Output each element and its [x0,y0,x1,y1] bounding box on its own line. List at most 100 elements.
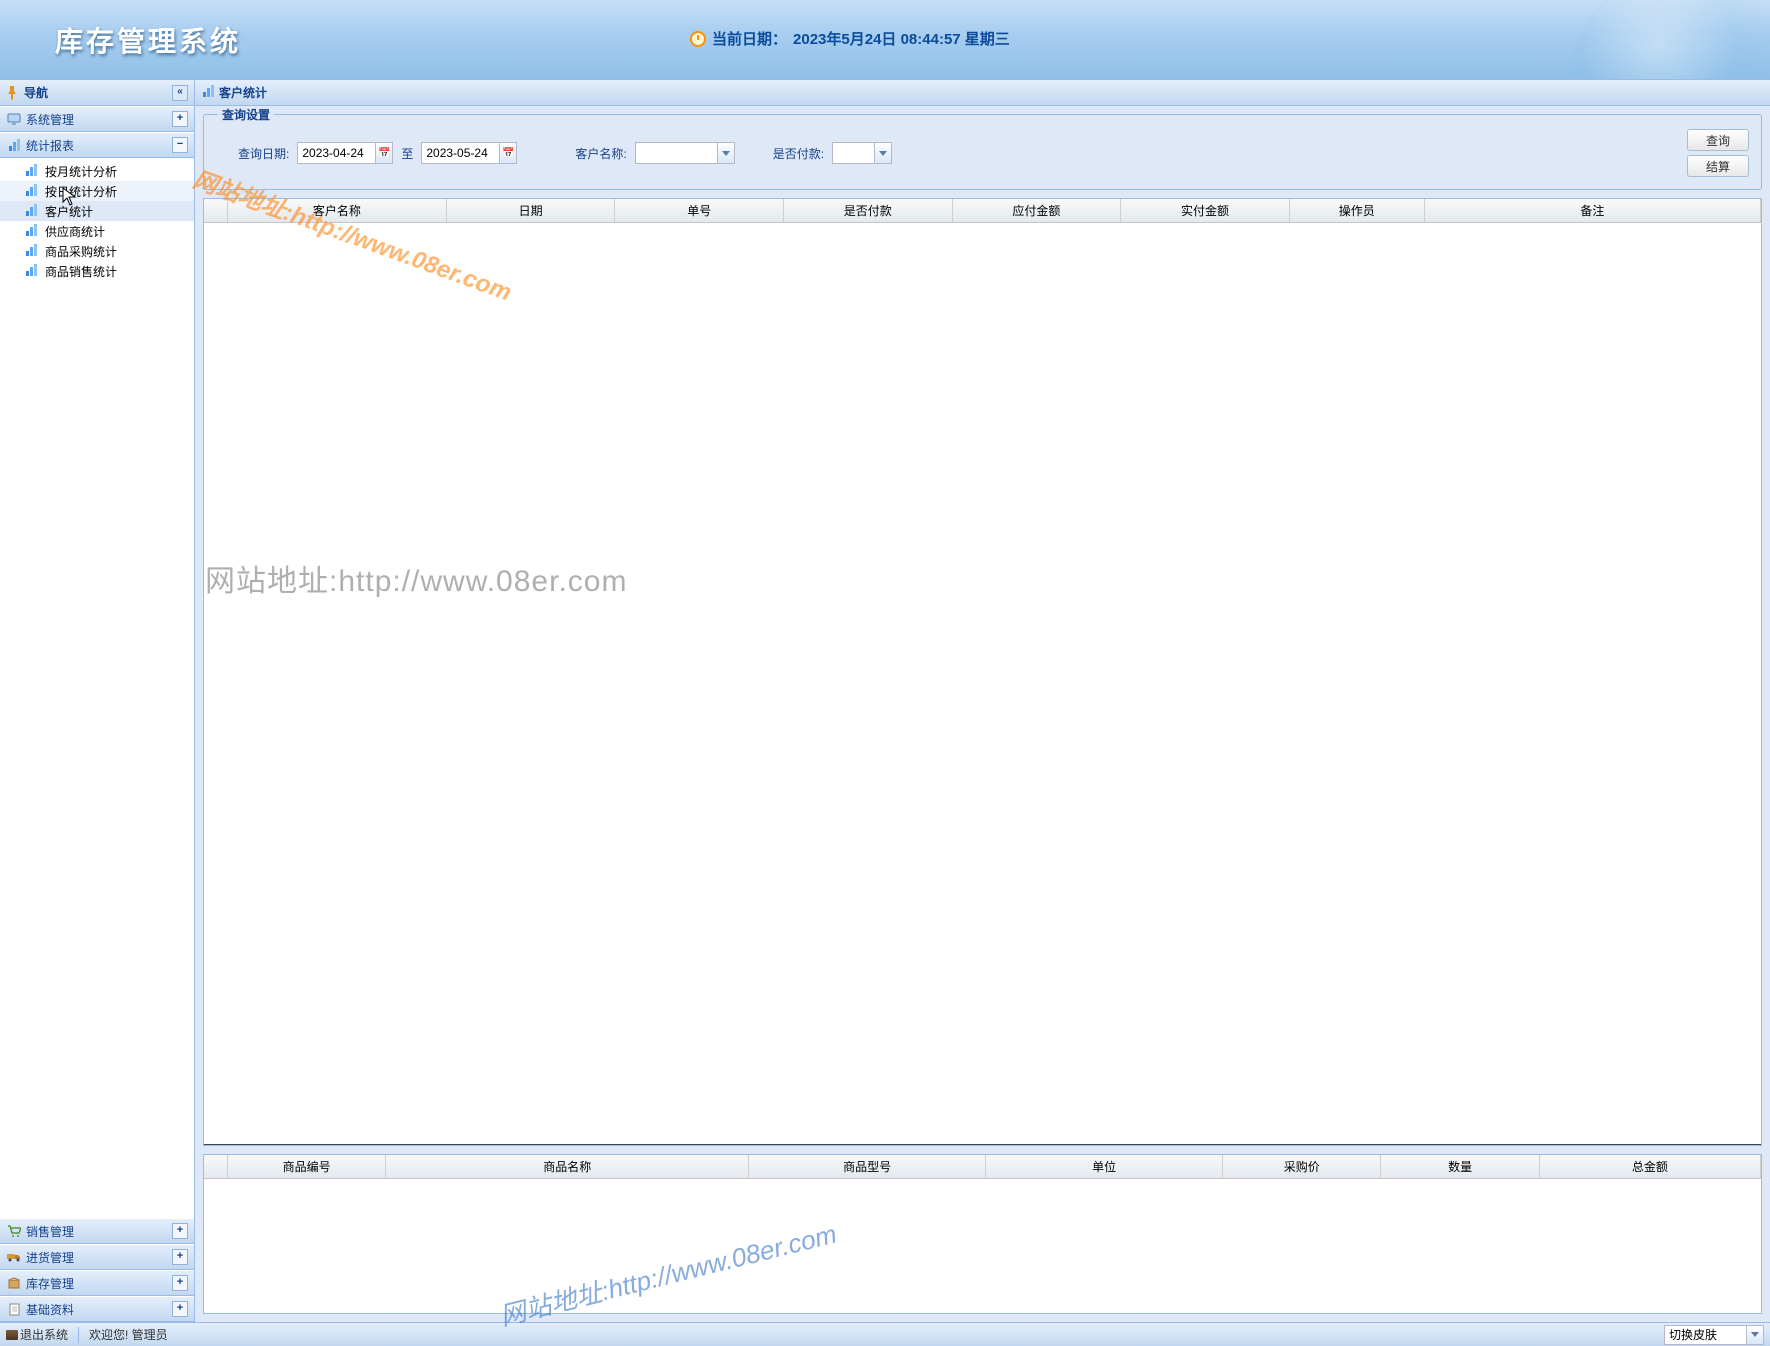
tree-node-monthly[interactable]: 按月统计分析 [0,161,194,181]
col-operator[interactable]: 操作员 [1290,199,1425,222]
tab-header: 客户统计 [195,80,1770,106]
col-qty[interactable]: 数量 [1381,1155,1539,1178]
sidebar-item-system[interactable]: 系统管理 + [0,106,194,132]
doc-icon [6,1302,22,1316]
col-order[interactable]: 单号 [615,199,784,222]
expand-icon[interactable]: + [172,1301,188,1317]
app-header: 库存管理系统 当前日期： 2023年5月24日 08:44:57 星期三 [0,0,1770,80]
query-fieldset: 查询设置 查询日期: 📅 至 📅 客户名称: [203,114,1762,190]
tree-label: 按月统计分析 [45,163,117,180]
sidebar-label: 销售管理 [26,1223,74,1240]
box-icon [6,1276,22,1290]
sidebar-item-sales[interactable]: 销售管理 + [0,1218,194,1244]
tree-node-supplier[interactable]: 供应商统计 [0,221,194,241]
exit-label: 退出系统 [20,1326,68,1343]
chevron-down-icon[interactable] [1746,1326,1763,1344]
col-remark[interactable]: 备注 [1425,199,1761,222]
sidebar: 导航 « 系统管理 + 统计报表 − 按月统计分析 [0,80,195,1322]
settle-button[interactable]: 结算 [1687,155,1749,177]
sidebar-item-inventory[interactable]: 库存管理 + [0,1270,194,1296]
col-customer[interactable]: 客户名称 [228,199,447,222]
collapse-sidebar-button[interactable]: « [172,85,188,101]
tree-spacer [0,284,194,1218]
date-value: 2023年5月24日 08:44:57 星期三 [793,28,1010,49]
grid-corner [204,1155,228,1178]
expand-icon[interactable]: + [172,1275,188,1291]
cart-icon [6,1224,22,1238]
tree-label: 商品采购统计 [45,243,117,260]
tree-node-daily[interactable]: 按日统计分析 [0,181,194,201]
divider [78,1327,79,1343]
chart-icon [26,224,42,238]
expand-icon[interactable]: + [172,1223,188,1239]
date-to-field[interactable]: 📅 [421,142,517,164]
skin-combo[interactable] [1664,1325,1764,1345]
sub-grid: 商品编号 商品名称 商品型号 单位 采购价 数量 总金额 [203,1154,1762,1314]
chart-icon [26,244,42,258]
calendar-icon[interactable]: 📅 [499,143,516,163]
exit-link[interactable]: 退出系统 [6,1326,68,1343]
sidebar-item-purchase[interactable]: 进货管理 + [0,1244,194,1270]
date-to-label: 至 [401,145,413,162]
date-from-label: 查询日期: [238,145,289,162]
expand-icon[interactable]: + [172,1249,188,1265]
door-icon [6,1330,18,1340]
col-model[interactable]: 商品型号 [749,1155,986,1178]
truck-icon [6,1250,22,1264]
main-grid-header: 客户名称 日期 单号 是否付款 应付金额 实付金额 操作员 备注 [204,199,1761,223]
content-area: 客户统计 查询设置 查询日期: 📅 至 📅 [195,80,1770,1322]
clock-icon [690,31,706,47]
chevron-down-icon[interactable] [874,143,891,163]
sub-grid-body[interactable] [204,1179,1761,1313]
sidebar-label: 基础资料 [26,1301,74,1318]
customer-label: 客户名称: [575,145,626,162]
paid-label: 是否付款: [773,145,824,162]
tree-label: 客户统计 [45,203,93,220]
tree-label: 按日统计分析 [45,183,117,200]
chart-icon [26,264,42,278]
col-payable[interactable]: 应付金额 [953,199,1122,222]
paid-combo[interactable] [832,142,892,164]
customer-combo[interactable] [635,142,735,164]
pin-icon [6,86,20,100]
globe-decoration [1570,0,1770,80]
chevron-down-icon[interactable] [717,143,734,163]
chart-icon [26,204,42,218]
sidebar-label: 进货管理 [26,1249,74,1266]
date-label: 当前日期： [712,28,787,49]
col-total[interactable]: 总金额 [1540,1155,1761,1178]
sidebar-item-reports[interactable]: 统计报表 − [0,132,194,158]
sidebar-label: 库存管理 [26,1275,74,1292]
fieldset-legend: 查询设置 [218,106,274,123]
col-date[interactable]: 日期 [447,199,616,222]
sidebar-item-basedata[interactable]: 基础资料 + [0,1296,194,1322]
main-grid-body[interactable] [204,223,1761,1145]
collapse-icon[interactable]: − [172,137,188,153]
tree-node-purchase[interactable]: 商品采购统计 [0,241,194,261]
current-date: 当前日期： 2023年5月24日 08:44:57 星期三 [690,28,1010,49]
tree-node-sales[interactable]: 商品销售统计 [0,261,194,281]
status-bar: 退出系统 欢迎您! 管理员 [0,1322,1770,1346]
col-price[interactable]: 采购价 [1223,1155,1381,1178]
date-from-field[interactable]: 📅 [297,142,393,164]
monitor-icon [6,112,22,126]
col-unit[interactable]: 单位 [986,1155,1223,1178]
chart-icon [6,138,22,152]
expand-icon[interactable]: + [172,111,188,127]
welcome-text: 欢迎您! 管理员 [89,1326,168,1343]
calendar-icon[interactable]: 📅 [375,143,392,163]
query-button[interactable]: 查询 [1687,129,1749,151]
chart-icon [26,164,42,178]
col-paid[interactable]: 是否付款 [784,199,953,222]
sub-grid-header: 商品编号 商品名称 商品型号 单位 采购价 数量 总金额 [204,1155,1761,1179]
chart-icon [203,85,214,100]
main-grid: 客户名称 日期 单号 是否付款 应付金额 实付金额 操作员 备注 [203,198,1762,1146]
col-actual[interactable]: 实付金额 [1121,199,1290,222]
nav-title: 导航 [24,84,48,101]
col-prodname[interactable]: 商品名称 [386,1155,749,1178]
tree-node-customer[interactable]: 客户统计 [0,201,194,221]
sidebar-label: 系统管理 [26,111,74,128]
tree-label: 供应商统计 [45,223,105,240]
nav-header: 导航 « [0,80,194,106]
col-prodno[interactable]: 商品编号 [228,1155,386,1178]
